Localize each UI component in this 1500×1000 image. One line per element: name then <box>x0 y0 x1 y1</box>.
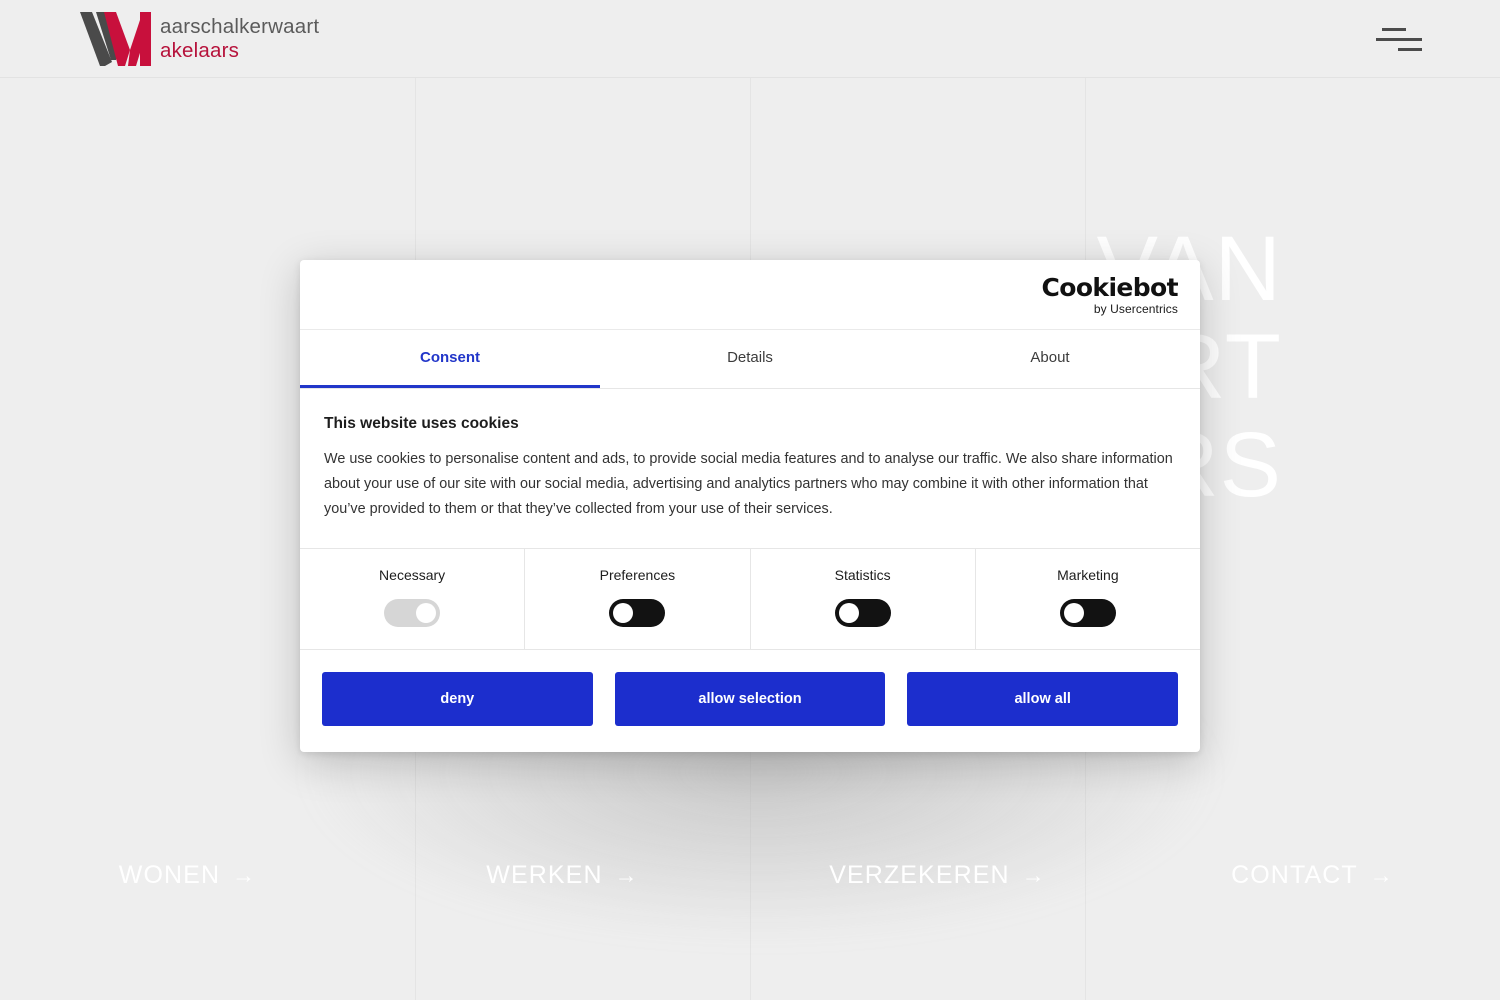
toggle-necessary <box>384 599 441 627</box>
cookie-consent-dialog: Cookiebot by Usercentrics Consent Detail… <box>300 260 1200 752</box>
category-label: Statistics <box>834 567 891 583</box>
arrow-right-icon: → <box>614 861 639 888</box>
quad-nav-label: CONTACT <box>1231 860 1358 889</box>
category-statistics: Statistics <box>751 549 976 649</box>
quad-nav-label: VERZEKEREN <box>829 860 1010 889</box>
toggle-knob <box>1063 603 1084 623</box>
brand-line-2: akelaars <box>160 38 240 62</box>
quad-nav-item-contact[interactable]: CONTACT → <box>1125 780 1500 970</box>
category-necessary: Necessary <box>300 549 526 649</box>
brand-line-1: aarschalkerwaart <box>160 14 320 38</box>
hamburger-line-bottom <box>1398 47 1422 51</box>
quad-nav-item-wonen[interactable]: WONEN → <box>0 780 375 970</box>
tab-consent[interactable]: Consent <box>300 330 600 388</box>
category-label: Marketing <box>1057 567 1119 583</box>
dialog-body: This website uses cookies We use cookies… <box>300 389 1200 549</box>
category-label: Preferences <box>599 567 676 583</box>
category-marketing: Marketing <box>976 549 1200 649</box>
dialog-description: We use cookies to personalise content an… <box>324 451 1173 517</box>
hamburger-line-middle <box>1376 37 1422 41</box>
quad-nav-item-verzekeren[interactable]: VERZEKEREN → <box>750 780 1125 970</box>
dialog-heading: This website uses cookies <box>324 415 519 432</box>
cookiebot-logo-name: Cookiebot <box>1041 272 1179 302</box>
cookiebot-logo-sub: by Usercentrics <box>1093 301 1178 316</box>
vm-monogram-icon <box>80 11 151 66</box>
toggle-marketing[interactable] <box>1059 599 1116 627</box>
dialog-tabs: Consent Details About <box>300 330 1200 389</box>
tab-details[interactable]: Details <box>600 330 900 388</box>
hamburger-line-top <box>1382 27 1406 31</box>
brand-logo[interactable]: aarschalkerwaart akelaars <box>78 10 319 68</box>
allow-all-button[interactable]: allow all <box>907 672 1179 726</box>
quad-nav-item-werken[interactable]: WERKEN → <box>375 780 750 970</box>
category-label: Necessary <box>379 567 446 583</box>
arrow-right-icon: → <box>1369 861 1394 888</box>
dialog-actions: deny allow selection allow all <box>300 650 1200 752</box>
dialog-header: Cookiebot by Usercentrics <box>300 260 1200 330</box>
toggle-knob <box>416 603 437 623</box>
quad-nav-label: WERKEN <box>486 860 603 889</box>
category-preferences: Preferences <box>525 549 751 649</box>
site-header: aarschalkerwaart akelaars <box>0 0 1500 78</box>
tab-about[interactable]: About <box>900 330 1200 388</box>
arrow-right-icon: → <box>1021 861 1046 888</box>
toggle-knob <box>613 603 634 623</box>
toggle-knob <box>838 603 859 623</box>
brand-wordmark: aarschalkerwaart akelaars <box>160 15 319 63</box>
quad-nav: WONEN → WERKEN → VERZEKEREN → CONTACT → <box>0 780 1500 970</box>
allow-selection-button[interactable]: allow selection <box>614 672 886 726</box>
arrow-right-icon: → <box>232 861 257 888</box>
deny-button[interactable]: deny <box>322 672 593 726</box>
quad-nav-label: WONEN <box>118 860 221 889</box>
toggle-preferences[interactable] <box>609 599 666 627</box>
consent-categories: Necessary Preferences Statistics Marketi… <box>300 549 1200 650</box>
hamburger-menu-icon[interactable] <box>1376 22 1422 56</box>
toggle-statistics[interactable] <box>834 599 891 627</box>
cookiebot-logo: Cookiebot by Usercentrics <box>1041 272 1179 316</box>
